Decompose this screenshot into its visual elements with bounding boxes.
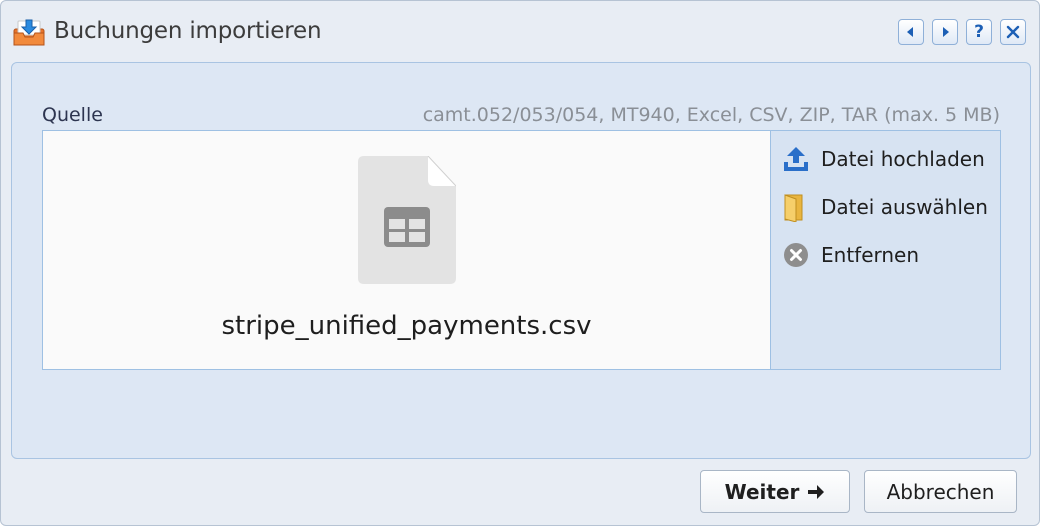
import-dialog: Buchungen importieren ? Quelle camt.052/… [0, 0, 1040, 526]
action-label: Datei hochladen [821, 147, 985, 171]
cancel-label: Abbrechen [886, 479, 995, 504]
spreadsheet-file-icon [358, 155, 457, 284]
file-name: stripe_unified_payments.csv [221, 311, 592, 341]
close-icon [1006, 25, 1020, 39]
cancel-button[interactable]: Abbrechen [864, 470, 1017, 513]
dialog-title: Buchungen importieren [54, 18, 322, 44]
help-button[interactable]: ? [966, 19, 992, 45]
upload-icon [781, 144, 811, 174]
question-icon: ? [974, 22, 984, 42]
arrow-right-icon [807, 484, 825, 500]
action-label: Entfernen [821, 243, 920, 267]
source-panel: Quelle camt.052/053/054, MT940, Excel, C… [11, 62, 1031, 459]
file-actions: Datei hochladen Datei auswählen Entferne… [770, 131, 1000, 369]
source-label: Quelle [42, 104, 103, 126]
prev-button[interactable] [898, 19, 924, 45]
formats-hint: camt.052/053/054, MT940, Excel, CSV, ZIP… [422, 104, 1000, 126]
folder-icon [781, 192, 811, 222]
next-step-button[interactable]: Weiter [700, 470, 850, 513]
select-file-action[interactable]: Datei auswählen [781, 192, 996, 222]
next-step-label: Weiter [724, 479, 800, 504]
triangle-left-icon [907, 27, 913, 37]
file-dropzone[interactable]: stripe_unified_payments.csv Datei hochla… [42, 130, 1001, 370]
upload-file-action[interactable]: Datei hochladen [781, 144, 996, 174]
close-button[interactable] [1000, 19, 1026, 45]
action-label: Datei auswählen [821, 195, 988, 219]
next-button[interactable] [932, 19, 958, 45]
remove-file-action[interactable]: Entfernen [781, 240, 996, 270]
triangle-right-icon [943, 27, 949, 37]
import-tray-icon [13, 16, 45, 48]
file-preview: stripe_unified_payments.csv [43, 131, 770, 369]
remove-circle-icon [781, 240, 811, 270]
dialog-titlebar: Buchungen importieren ? [1, 1, 1039, 61]
